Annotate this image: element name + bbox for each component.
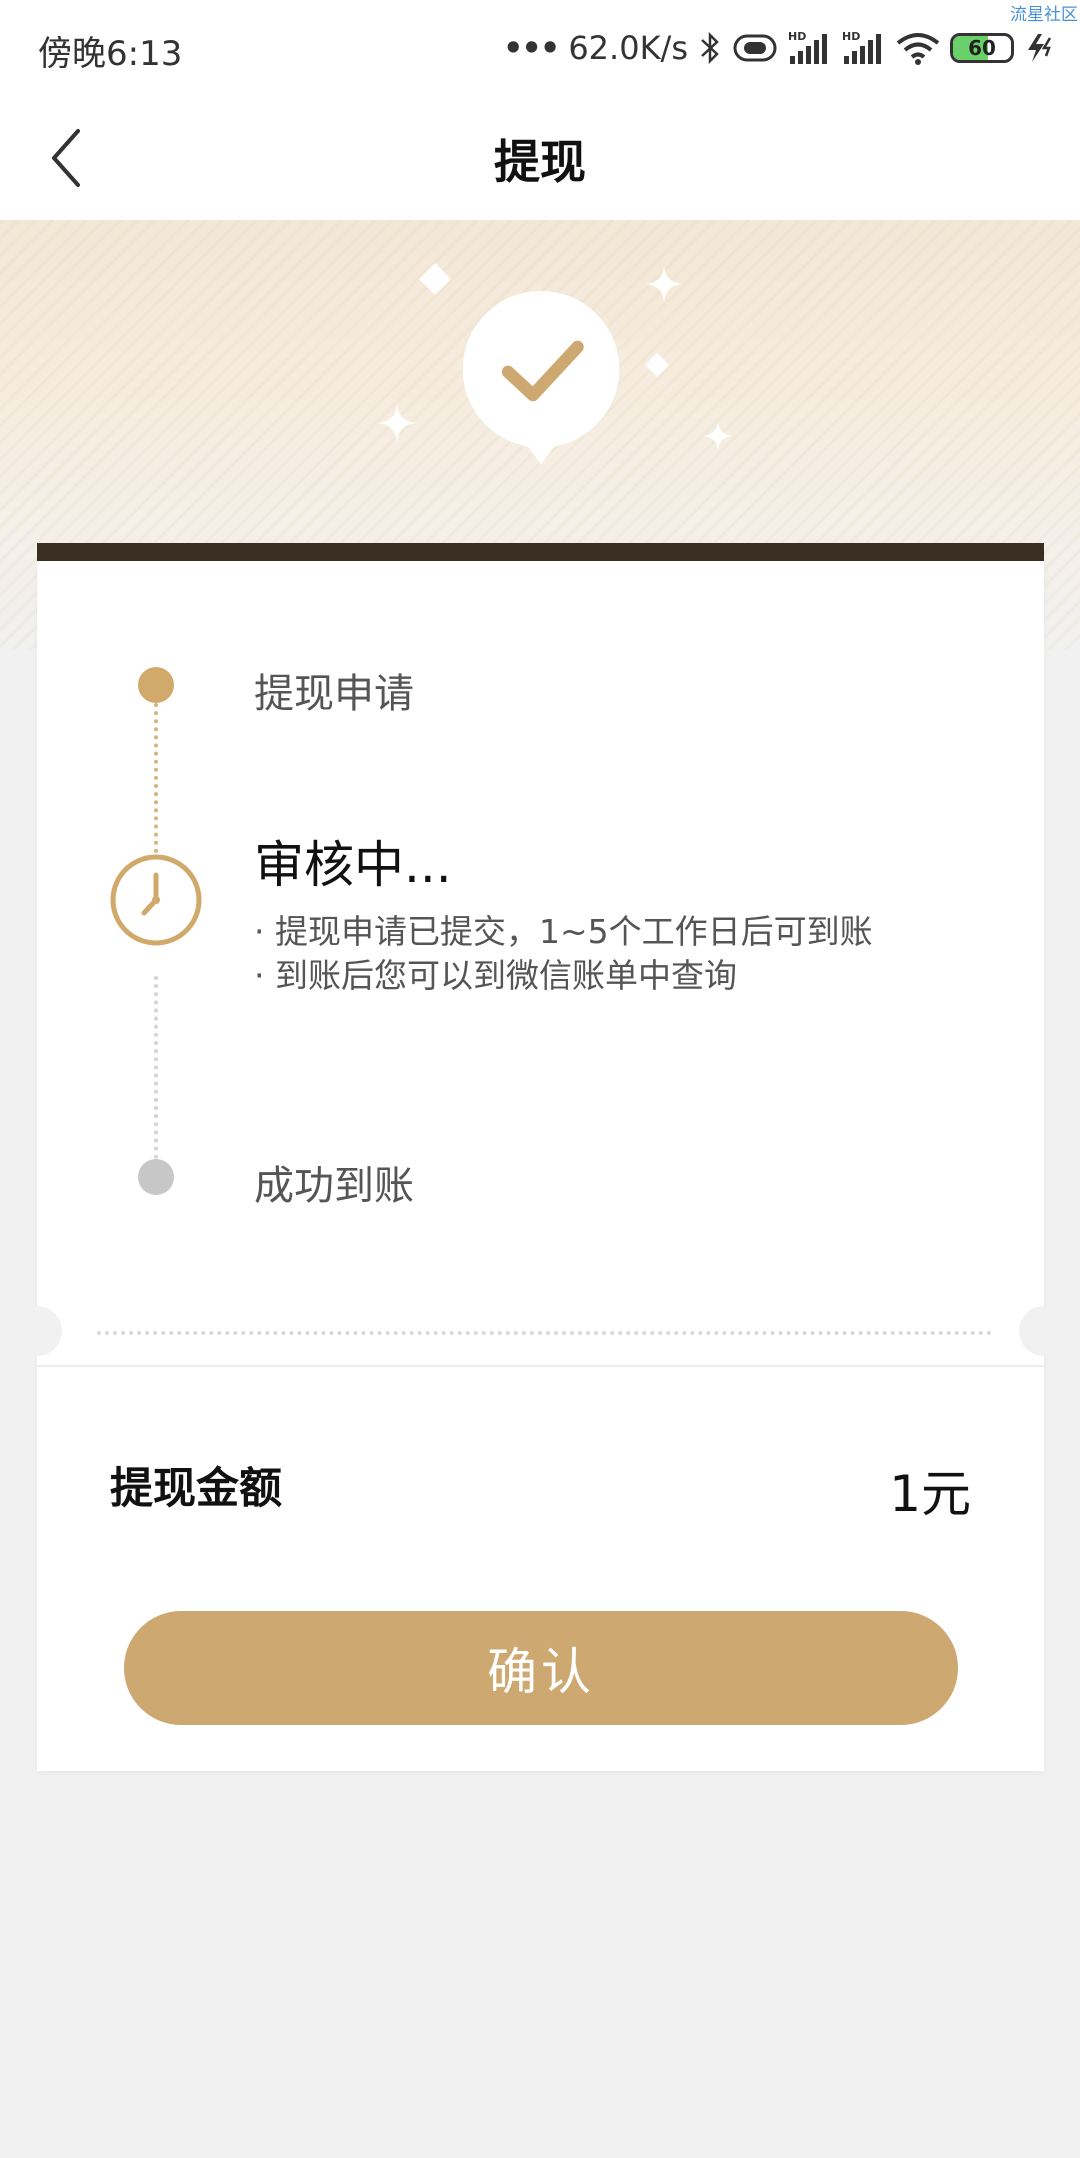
- signal-hd-icon-2: HD: [842, 30, 886, 66]
- nav-bar: 提现: [0, 96, 1080, 220]
- step-review-label: 审核中...: [254, 836, 452, 894]
- page-title: 提现: [494, 135, 586, 189]
- battery-icon: 60: [950, 33, 1014, 63]
- vibrate-icon: [732, 33, 778, 63]
- card-divider: [37, 1365, 1044, 1367]
- svg-text:HD: HD: [788, 30, 806, 43]
- clock-icon: [110, 854, 202, 946]
- card-top-bar: [37, 543, 1044, 561]
- signal-hd-icon-1: HD: [788, 30, 832, 66]
- step-review-note-2: · 到账后您可以到微信账单中查询: [254, 956, 737, 995]
- ticket-notch-right: [1019, 1306, 1069, 1356]
- step-review-note-1: · 提现申请已提交，1~5个工作日后可到账: [254, 912, 873, 951]
- status-time: 傍晚6:13: [38, 34, 183, 74]
- withdraw-screen: 傍晚6:13 流星社区 ••• 62.0K/s HD HD 60 提现 提现申请…: [0, 0, 1080, 2158]
- svg-text:HD: HD: [842, 30, 860, 43]
- network-speed: 62.0K/s: [568, 29, 688, 67]
- watermark-text: 流星社区: [1008, 0, 1080, 25]
- step-apply-label: 提现申请: [254, 671, 414, 717]
- step-done-dot: [138, 667, 174, 703]
- amount-label: 提现金额: [110, 1464, 282, 1514]
- confirm-button[interactable]: 确认: [124, 1611, 958, 1725]
- card-body: 提现申请 审核中... · 提现申请已提交，1~5个工作日后可到账 · 到账后您…: [12, 561, 1069, 1771]
- status-bar: 傍晚6:13 流星社区 ••• 62.0K/s HD HD 60: [0, 0, 1080, 96]
- more-dots-icon: •••: [502, 29, 560, 67]
- step-success-label: 成功到账: [254, 1163, 414, 1209]
- withdraw-card: 提现申请 审核中... · 提现申请已提交，1~5个工作日后可到账 · 到账后您…: [12, 543, 1069, 1771]
- battery-level: 60: [968, 36, 996, 60]
- sparkle-diamond-icon: [419, 263, 451, 295]
- timeline-line-pending: [154, 976, 158, 1159]
- status-icons: ••• 62.0K/s HD HD 60: [503, 24, 1054, 72]
- sparkle-star-left-icon: [377, 403, 417, 443]
- ticket-notch-left: [12, 1306, 62, 1356]
- wifi-icon: [896, 31, 940, 65]
- perforation-line: [97, 1331, 992, 1335]
- sparkle-diamond-small-icon: [645, 353, 669, 377]
- checkmark-badge: [462, 290, 620, 465]
- amount-value: 1元: [889, 1465, 971, 1523]
- charging-icon: [1024, 32, 1054, 64]
- sparkle-star-right-icon: [703, 421, 733, 451]
- bluetooth-icon: [698, 31, 722, 65]
- timeline-line-done: [154, 703, 158, 853]
- step-pending-dot: [138, 1159, 174, 1195]
- sparkle-star-icon: [645, 265, 683, 303]
